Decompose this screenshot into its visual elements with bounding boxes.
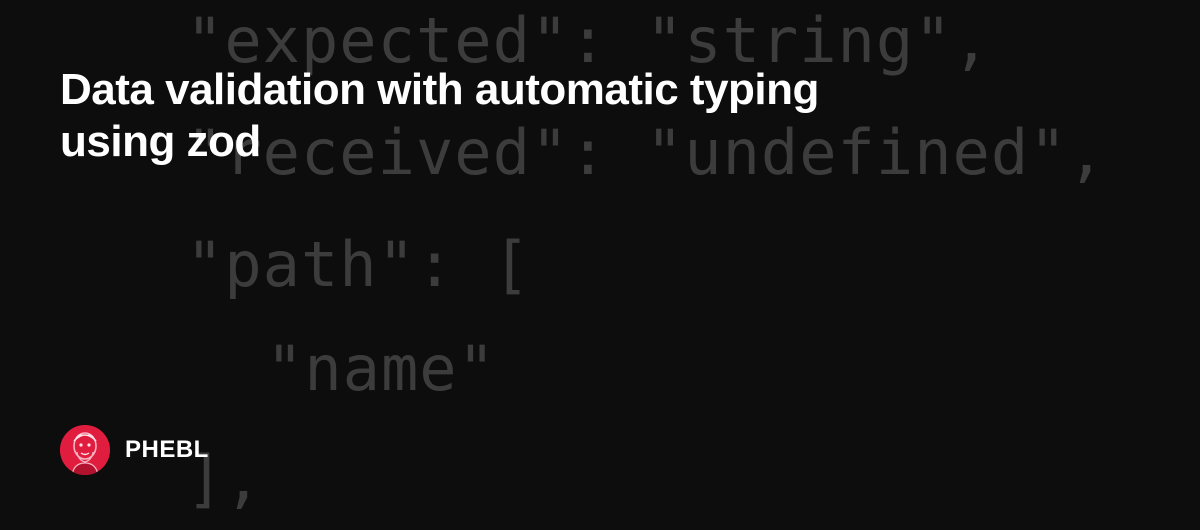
code-line: "expected": "string", xyxy=(186,4,991,77)
code-line: "name" xyxy=(266,332,496,405)
author-name[interactable]: PHEBL xyxy=(125,436,209,464)
avatar-portrait-icon xyxy=(60,425,110,475)
cover-card: "expected": "string", "received": "undef… xyxy=(0,0,1200,530)
code-line: "path": [ xyxy=(186,228,531,301)
author-avatar xyxy=(60,425,110,475)
author-info: PHEBL xyxy=(60,425,209,475)
post-title: Data validation with automatic typing us… xyxy=(60,65,819,166)
